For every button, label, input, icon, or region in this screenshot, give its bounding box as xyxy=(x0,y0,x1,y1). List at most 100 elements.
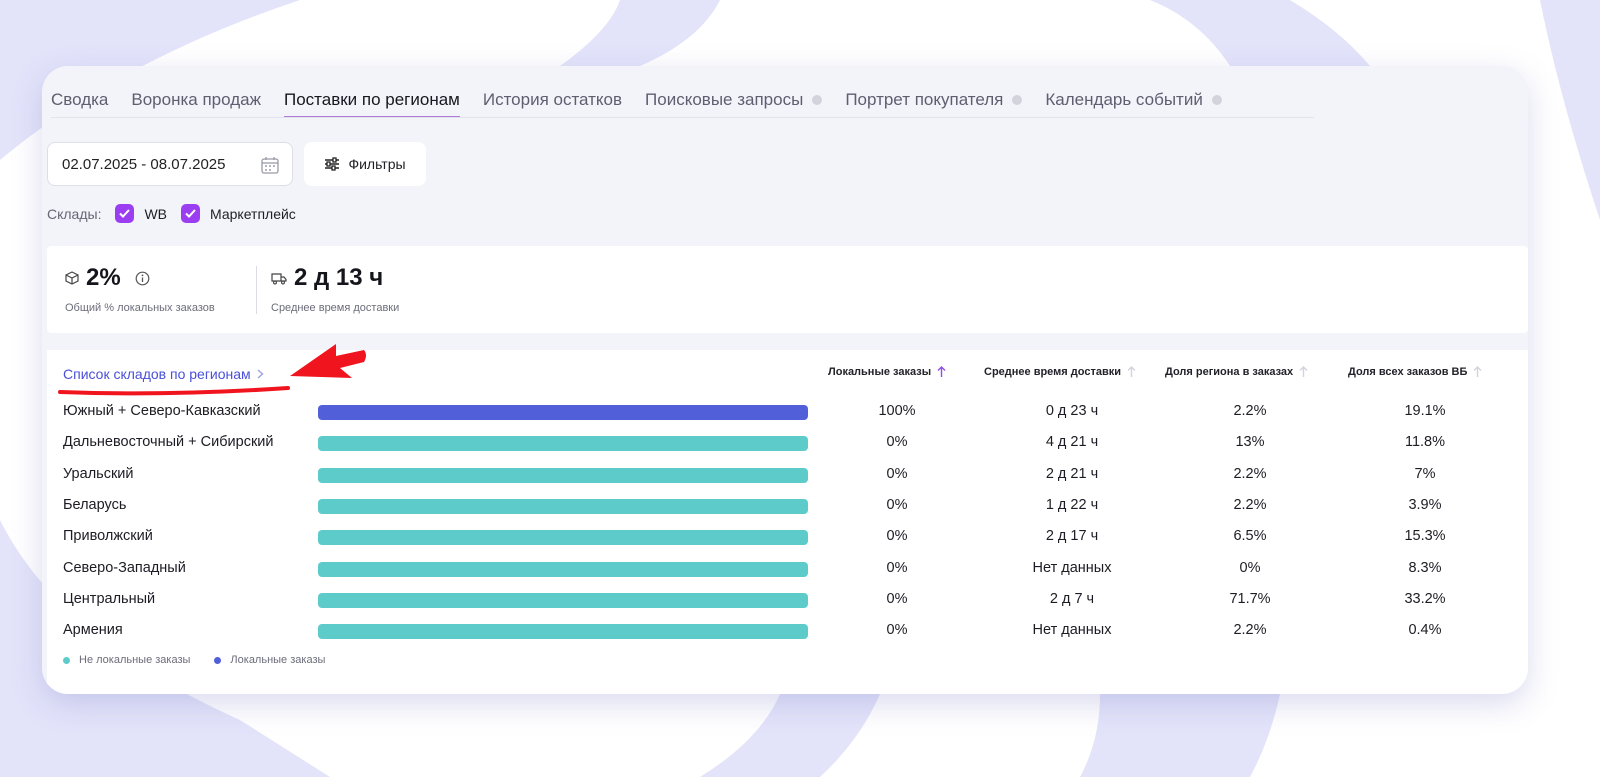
tab-label: Портрет покупателя xyxy=(845,90,1004,109)
local-orders-cell: 0% xyxy=(886,465,908,482)
wb-share-cell: 8.3% xyxy=(1408,559,1442,576)
column-header-label: Локальные заказы xyxy=(828,366,932,378)
badge-dot xyxy=(812,95,823,105)
sort-arrow-icon xyxy=(1473,366,1482,377)
delivery-time-cell: 2 д 21 ч xyxy=(1045,465,1099,482)
wb-share-cell: 3.9% xyxy=(1408,496,1442,513)
truck-icon xyxy=(271,272,287,284)
local-orders-cell: 0% xyxy=(886,559,908,576)
delivery-time-stat: 2 д 13 ч Среднее время доставки xyxy=(271,264,399,314)
check-icon xyxy=(119,209,131,218)
check-icon xyxy=(185,209,196,218)
regions-list-link[interactable]: Список складов по регионам xyxy=(63,366,264,382)
region-share-cell: 13% xyxy=(1235,434,1265,451)
regions-table: Список складов по регионам Локальные зак… xyxy=(47,350,1528,694)
marketplace-checkbox[interactable] xyxy=(181,204,201,223)
region-name: Северо-Западный xyxy=(63,559,186,576)
warehouse-filter: Склады: WB Маркетплейс xyxy=(47,204,296,223)
region-name: Центральный xyxy=(63,590,156,607)
local-orders-stat: 2% Общий % локальных заказов xyxy=(65,264,215,314)
region-bar xyxy=(318,467,808,483)
delivery-time-cell: Нет данных xyxy=(1032,622,1112,639)
column-header-region-share[interactable]: Доля региона в заказах xyxy=(1165,366,1308,378)
calendar-icon xyxy=(261,157,279,174)
chevron-right-icon xyxy=(257,369,264,379)
region-name: Южный + Северо-Кавказский xyxy=(63,403,261,419)
wb-share-cell: 0.4% xyxy=(1408,622,1442,639)
regions-list-title: Список складов по регионам xyxy=(63,366,251,382)
delivery-time-cell: 0 д 23 ч xyxy=(1045,403,1099,419)
marketplace-checkbox-label: Маркетплейс xyxy=(210,205,296,222)
column-header-label: Доля региона в заказах xyxy=(1165,366,1294,378)
warehouse-label: Склады: xyxy=(47,205,102,222)
wb-share-cell: 15.3% xyxy=(1404,528,1446,545)
delivery-time-cell: Нет данных xyxy=(1032,559,1112,576)
sort-arrow-icon xyxy=(937,366,946,377)
wb-checkbox-label: WB xyxy=(144,205,168,222)
wb-share-cell: 33.2% xyxy=(1404,590,1446,607)
region-bar xyxy=(318,405,808,420)
tab-label: Поставки по регионам xyxy=(283,90,460,109)
delivery-time-cell: 2 д 7 ч xyxy=(1049,590,1095,607)
region-name: Уральский xyxy=(63,465,134,482)
delivery-time-value: 2 д 13 ч xyxy=(294,264,384,291)
column-header-label: Доля всех заказов ВБ xyxy=(1348,366,1468,378)
stats-divider xyxy=(256,266,257,314)
region-bar xyxy=(318,498,808,514)
tab-label: Сводка xyxy=(51,90,109,109)
column-header-wb-share[interactable]: Доля всех заказов ВБ xyxy=(1348,366,1482,378)
info-icon[interactable] xyxy=(135,271,150,286)
chart-legend: Не локальные заказы Локальные заказы xyxy=(63,654,325,666)
local-orders-cell: 0% xyxy=(886,622,908,639)
region-share-cell: 0% xyxy=(1239,559,1261,576)
region-bar xyxy=(318,436,808,452)
filters-button[interactable]: Фильтры xyxy=(304,142,426,186)
wb-share-cell: 19.1% xyxy=(1404,403,1446,419)
region-share-cell: 2.2% xyxy=(1233,403,1267,419)
tab-summary[interactable]: Сводка xyxy=(51,66,108,118)
badge-dot xyxy=(1211,95,1222,105)
local-orders-cell: 0% xyxy=(886,434,908,451)
tab-events-calendar[interactable]: Календарь событий xyxy=(1045,66,1222,118)
tabs-divider xyxy=(51,117,1314,118)
region-name: Приволжский xyxy=(63,528,153,545)
local-orders-value: 2% xyxy=(86,264,121,291)
sort-arrow-icon xyxy=(1127,366,1136,377)
tab-buyer-portrait[interactable]: Портрет покупателя xyxy=(845,66,1023,118)
legend-local-label: Локальные заказы xyxy=(230,654,326,666)
tab-search-queries[interactable]: Поисковые запросы xyxy=(645,66,823,118)
region-share-cell: 71.7% xyxy=(1229,590,1271,607)
tab-label: Поисковые запросы xyxy=(645,90,804,109)
wb-share-cell: 7% xyxy=(1414,465,1436,482)
region-name: Армения xyxy=(63,622,123,639)
tab-stock-history[interactable]: История остатков xyxy=(483,66,622,118)
tab-label: История остатков xyxy=(482,90,623,109)
analytics-card: Сводка Воронка продаж Поставки по регион… xyxy=(42,66,1528,694)
legend-non-local-label: Не локальные заказы xyxy=(79,654,191,666)
region-bar xyxy=(318,530,808,546)
local-orders-label: Общий % локальных заказов xyxy=(65,302,215,314)
box-icon xyxy=(65,271,79,285)
delivery-time-cell: 2 д 17 ч xyxy=(1045,528,1099,545)
tab-sales-funnel[interactable]: Воронка продаж xyxy=(131,66,261,118)
region-bar xyxy=(318,624,808,640)
date-range-picker[interactable]: 02.07.2025 - 08.07.2025 xyxy=(47,142,293,186)
column-header-delivery-time[interactable]: Среднее время доставки xyxy=(984,366,1136,378)
delivery-time-label: Среднее время доставки xyxy=(271,302,400,314)
wb-checkbox[interactable] xyxy=(115,204,135,223)
tab-regional-supplies[interactable]: Поставки по регионам xyxy=(283,66,460,118)
tab-label: Календарь событий xyxy=(1045,90,1203,109)
column-header-local-orders[interactable]: Локальные заказы xyxy=(828,366,946,378)
filters-label: Фильтры xyxy=(348,156,406,172)
legend-dot-local xyxy=(214,656,222,664)
local-orders-cell: 100% xyxy=(878,403,916,419)
region-bar xyxy=(318,561,808,577)
local-orders-cell: 0% xyxy=(886,496,908,513)
region-share-cell: 2.2% xyxy=(1233,622,1267,639)
sort-arrow-icon xyxy=(1299,366,1308,377)
badge-dot xyxy=(1012,95,1023,105)
region-share-cell: 6.5% xyxy=(1233,528,1267,545)
region-share-cell: 2.2% xyxy=(1233,496,1267,513)
tab-bar: Сводка Воронка продаж Поставки по регион… xyxy=(51,66,1245,118)
tab-label: Воронка продаж xyxy=(131,90,261,109)
